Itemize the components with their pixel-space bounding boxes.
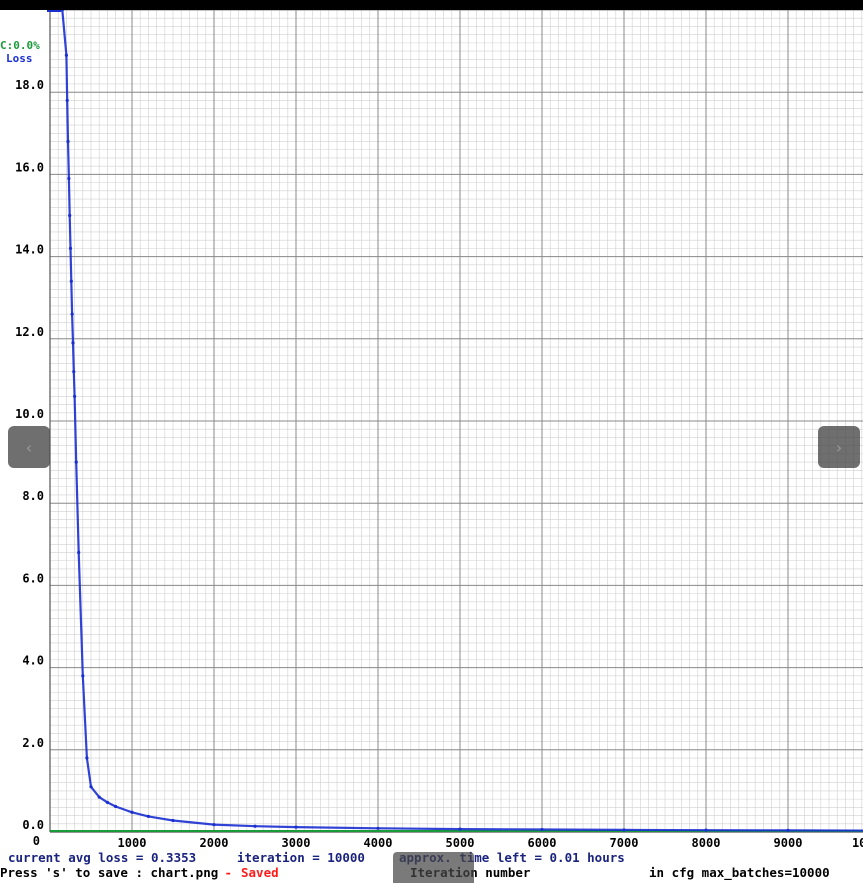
y-tick-label: 10.0 <box>15 407 44 421</box>
y-tick-label: 8.0 <box>22 489 44 503</box>
loss-point <box>97 795 101 799</box>
loss-point <box>65 98 69 103</box>
y-tick-label: 12.0 <box>15 325 44 339</box>
legend-map-label: C:0.0% <box>0 39 40 52</box>
loss-point <box>253 824 257 828</box>
x-tick-label: 2000 <box>200 836 229 850</box>
y-tick-label: 2.0 <box>22 736 44 750</box>
loss-point <box>130 810 134 814</box>
y-tick-label: 16.0 <box>15 160 44 174</box>
loss-point <box>146 814 150 818</box>
y-tick-label: 0.0 <box>22 818 44 832</box>
x-tick-label: 9000 <box>774 836 803 850</box>
loss-point <box>66 139 70 144</box>
x-tick-label: 5000 <box>446 836 475 850</box>
loss-point <box>89 785 93 789</box>
legend-loss-label: Loss <box>6 52 33 65</box>
loss-point <box>67 176 71 181</box>
x-tick-labels: 0 1000 2000 3000 4000 5000 6000 7000 8000 9000 100… <box>33 834 863 850</box>
previous-image-button[interactable]: ‹ <box>8 426 50 468</box>
x-tick-label: 0 <box>33 834 40 848</box>
y-tick-label: 4.0 <box>22 654 44 668</box>
loss-point <box>81 674 85 678</box>
loss-point <box>540 827 544 832</box>
loss-point <box>64 53 68 57</box>
next-image-button[interactable]: › <box>818 426 860 468</box>
loss-point <box>70 312 74 316</box>
loss-point <box>74 460 78 464</box>
loss-chart: 0.0 2.0 4.0 6.0 8.0 10.0 12.0 14.0 16.0 18.0 0 100… <box>0 10 863 850</box>
chevron-left-icon: ‹ <box>25 437 33 457</box>
x-tick-label: 4000 <box>364 836 393 850</box>
x-tick-label: 3000 <box>282 836 311 850</box>
x-tick-label: 7000 <box>610 836 639 850</box>
loss-point <box>71 341 75 345</box>
chart-viewer: 0.0 2.0 4.0 6.0 8.0 10.0 12.0 14.0 16.0 18.0 0 100… <box>0 10 863 883</box>
loss-point <box>77 550 81 555</box>
loss-point <box>171 818 175 823</box>
loss-point <box>68 213 72 218</box>
loss-point <box>212 823 216 827</box>
loss-point <box>458 827 462 831</box>
loss-point <box>294 825 298 829</box>
loss-point <box>73 394 77 398</box>
y-tick-label: 18.0 <box>15 78 44 92</box>
current-avg-loss-text: current avg loss = 0.3353 <box>8 850 197 865</box>
saved-status: Saved <box>241 865 279 880</box>
x-tick-label: 10000 <box>852 836 863 850</box>
save-dash: - <box>217 865 240 880</box>
loss-point <box>622 828 626 832</box>
loss-point <box>105 800 109 805</box>
iteration-text: iteration = 10000 <box>237 850 365 865</box>
loss-point <box>85 756 89 760</box>
y-tick-label: 14.0 <box>15 243 44 257</box>
max-batches-text: in cfg max_batches=10000 <box>649 865 830 880</box>
loss-point <box>376 826 380 830</box>
x-tick-label: 8000 <box>692 836 721 850</box>
loss-point <box>704 828 708 832</box>
loss-top-marker <box>47 10 61 12</box>
press-save-text: Press 's' to save : chart.png <box>0 865 219 880</box>
loss-point <box>786 828 790 832</box>
x-tick-label: 6000 <box>528 836 557 850</box>
bottom-toolbar-overlay[interactable] <box>393 852 474 883</box>
loss-point <box>114 804 118 809</box>
chevron-right-icon: › <box>835 437 843 457</box>
loss-point <box>72 370 76 374</box>
y-tick-label: 6.0 <box>22 571 44 585</box>
loss-point <box>69 279 73 283</box>
x-tick-label: 1000 <box>118 836 147 850</box>
loss-point <box>68 246 73 250</box>
